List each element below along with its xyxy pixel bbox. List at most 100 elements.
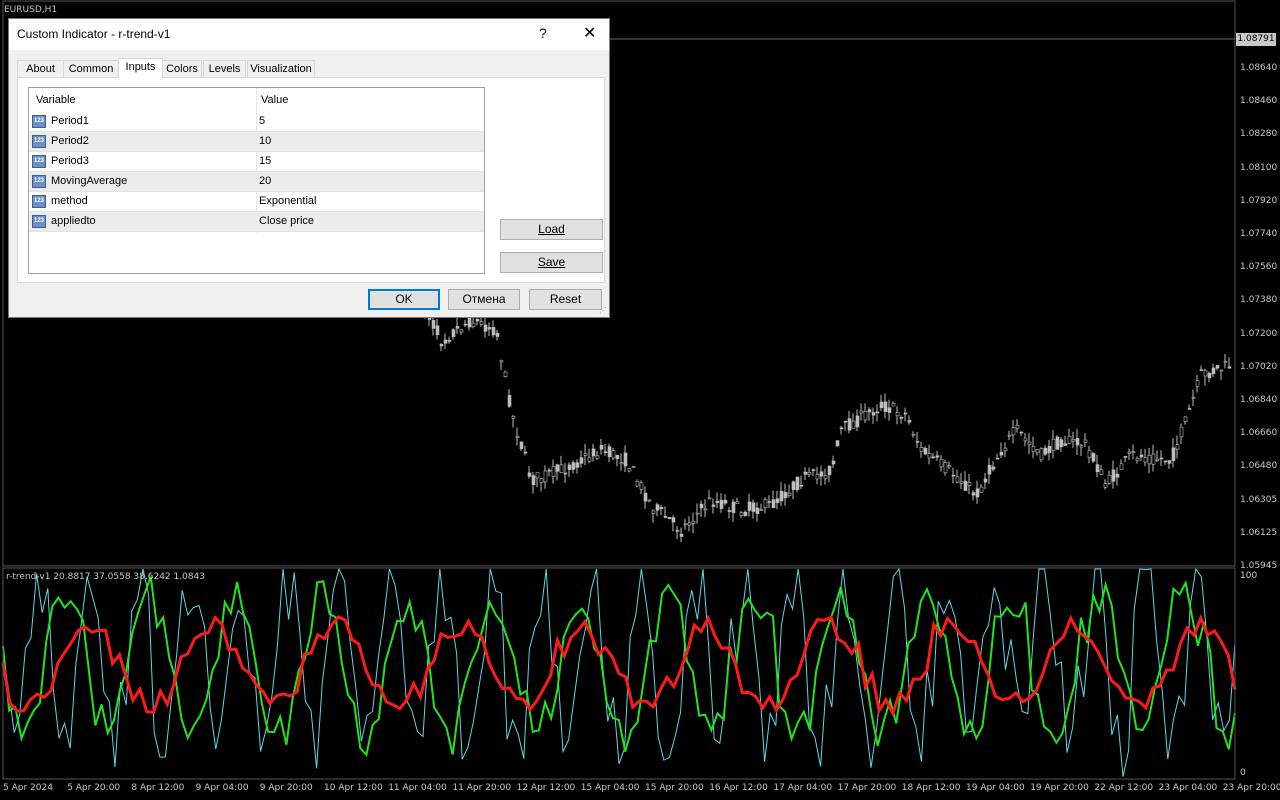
candle-body (1119, 463, 1124, 470)
candle-body (1143, 457, 1148, 463)
candle-body (539, 478, 544, 483)
tab-levels[interactable]: Levels (203, 60, 246, 77)
candle-body (991, 466, 996, 470)
candle-body (1035, 449, 1040, 454)
candle-body (1091, 453, 1096, 462)
candle-body (903, 412, 908, 415)
candle-body (1155, 458, 1160, 461)
candle-body (1071, 439, 1076, 442)
param-value[interactable]: 10 (259, 135, 271, 147)
time-tick-label: 10 Apr 12:00 (324, 783, 383, 793)
tab-visualization[interactable]: Visualization (247, 60, 315, 77)
dialog-titlebar[interactable]: Custom Indicator - r-trend-v1 ? ✕ (9, 19, 609, 50)
time-tick-label: 8 Apr 12:00 (131, 783, 185, 793)
tab-common[interactable]: Common (63, 60, 119, 77)
price-tick-label: 1.06480 (1240, 461, 1278, 472)
resize-grip-icon[interactable]: ⋰ (599, 306, 607, 315)
candle-body (495, 332, 500, 337)
close-icon[interactable]: ✕ (583, 23, 596, 43)
candle-body (743, 511, 748, 516)
candle-body (1095, 464, 1100, 473)
candle-body (447, 340, 452, 342)
candle-body (767, 501, 772, 503)
candle-body (1051, 438, 1056, 451)
candle-body (931, 456, 936, 459)
candle-body (1191, 397, 1196, 399)
load-button[interactable]: Load (500, 219, 603, 240)
candle-body (947, 465, 952, 468)
param-value[interactable]: Exponential (259, 195, 317, 207)
table-row[interactable]: 123 appliedto Close price (29, 212, 484, 232)
candle-body (439, 344, 444, 347)
candle-body (1123, 456, 1128, 458)
ok-button[interactable]: OK (368, 289, 440, 310)
candle-body (1083, 439, 1088, 443)
candle-body (1007, 434, 1012, 437)
candle-body (975, 488, 980, 498)
candle-body (607, 446, 612, 458)
candle-body (847, 418, 852, 431)
time-tick-label: 9 Apr 20:00 (259, 783, 313, 793)
load-button-label: Load (538, 222, 565, 236)
reset-button[interactable]: Reset (529, 289, 602, 310)
candle-body (755, 507, 760, 515)
candle-body (771, 499, 776, 509)
table-row[interactable]: 123 MovingAverage 20 (29, 172, 484, 192)
candle-body (1171, 447, 1176, 461)
tab-inputs[interactable]: Inputs (118, 58, 163, 78)
candle-body (671, 517, 676, 523)
candle-body (927, 453, 932, 459)
candle-body (1207, 372, 1212, 379)
param-value[interactable]: Close price (259, 215, 314, 227)
tab-about[interactable]: About (17, 60, 64, 77)
candle-body (735, 501, 740, 504)
candle-body (555, 464, 560, 472)
candle-body (699, 503, 704, 509)
table-row[interactable]: 123 Period3 15 (29, 152, 484, 172)
price-tick-label: 1.07020 (1240, 361, 1278, 372)
tab-colors[interactable]: Colors (162, 60, 202, 77)
candle-body (1159, 457, 1164, 460)
param-name: Period1 (51, 115, 89, 127)
candle-body (651, 510, 656, 514)
candle-body (595, 455, 600, 459)
candle-body (503, 371, 508, 377)
candle-body (475, 319, 480, 322)
candle-body (627, 468, 632, 472)
table-row[interactable]: 123 Period2 10 (29, 132, 484, 152)
candle-body (1027, 441, 1032, 446)
candle-body (739, 512, 744, 516)
candle-body (631, 466, 636, 469)
candle-body (471, 322, 476, 328)
candle-body (1055, 436, 1060, 450)
help-button[interactable]: ? (539, 25, 547, 41)
candle-body (703, 508, 708, 511)
param-value[interactable]: 20 (259, 175, 271, 187)
table-row[interactable]: 123 Period1 5 (29, 112, 484, 132)
candle-body (815, 473, 820, 480)
indicator-subwindow (1, 567, 1237, 777)
candle-body (1175, 444, 1180, 450)
param-value[interactable]: 15 (259, 155, 271, 167)
series-line-red (1, 614, 1237, 718)
cancel-button[interactable]: Отмена (448, 289, 520, 310)
candle-body (431, 320, 436, 329)
candle-body (635, 480, 640, 487)
time-tick-label: 22 Apr 12:00 (1094, 783, 1154, 793)
column-header-value: Value (261, 94, 289, 106)
candle-body (983, 478, 988, 483)
candle-body (987, 464, 992, 475)
time-tick-label: 5 Apr 20:00 (67, 783, 121, 793)
candle-body (795, 476, 800, 491)
save-button[interactable]: Save (500, 252, 603, 273)
candle-body (855, 415, 860, 428)
candle-body (1147, 454, 1152, 465)
candle-body (915, 441, 920, 443)
candle-body (451, 329, 456, 338)
candle-body (1115, 473, 1120, 478)
candle-body (443, 339, 448, 344)
param-value[interactable]: 5 (259, 115, 265, 127)
candle-body (911, 433, 916, 436)
table-row[interactable]: 123 method Exponential (29, 192, 484, 212)
candle-body (959, 481, 964, 484)
